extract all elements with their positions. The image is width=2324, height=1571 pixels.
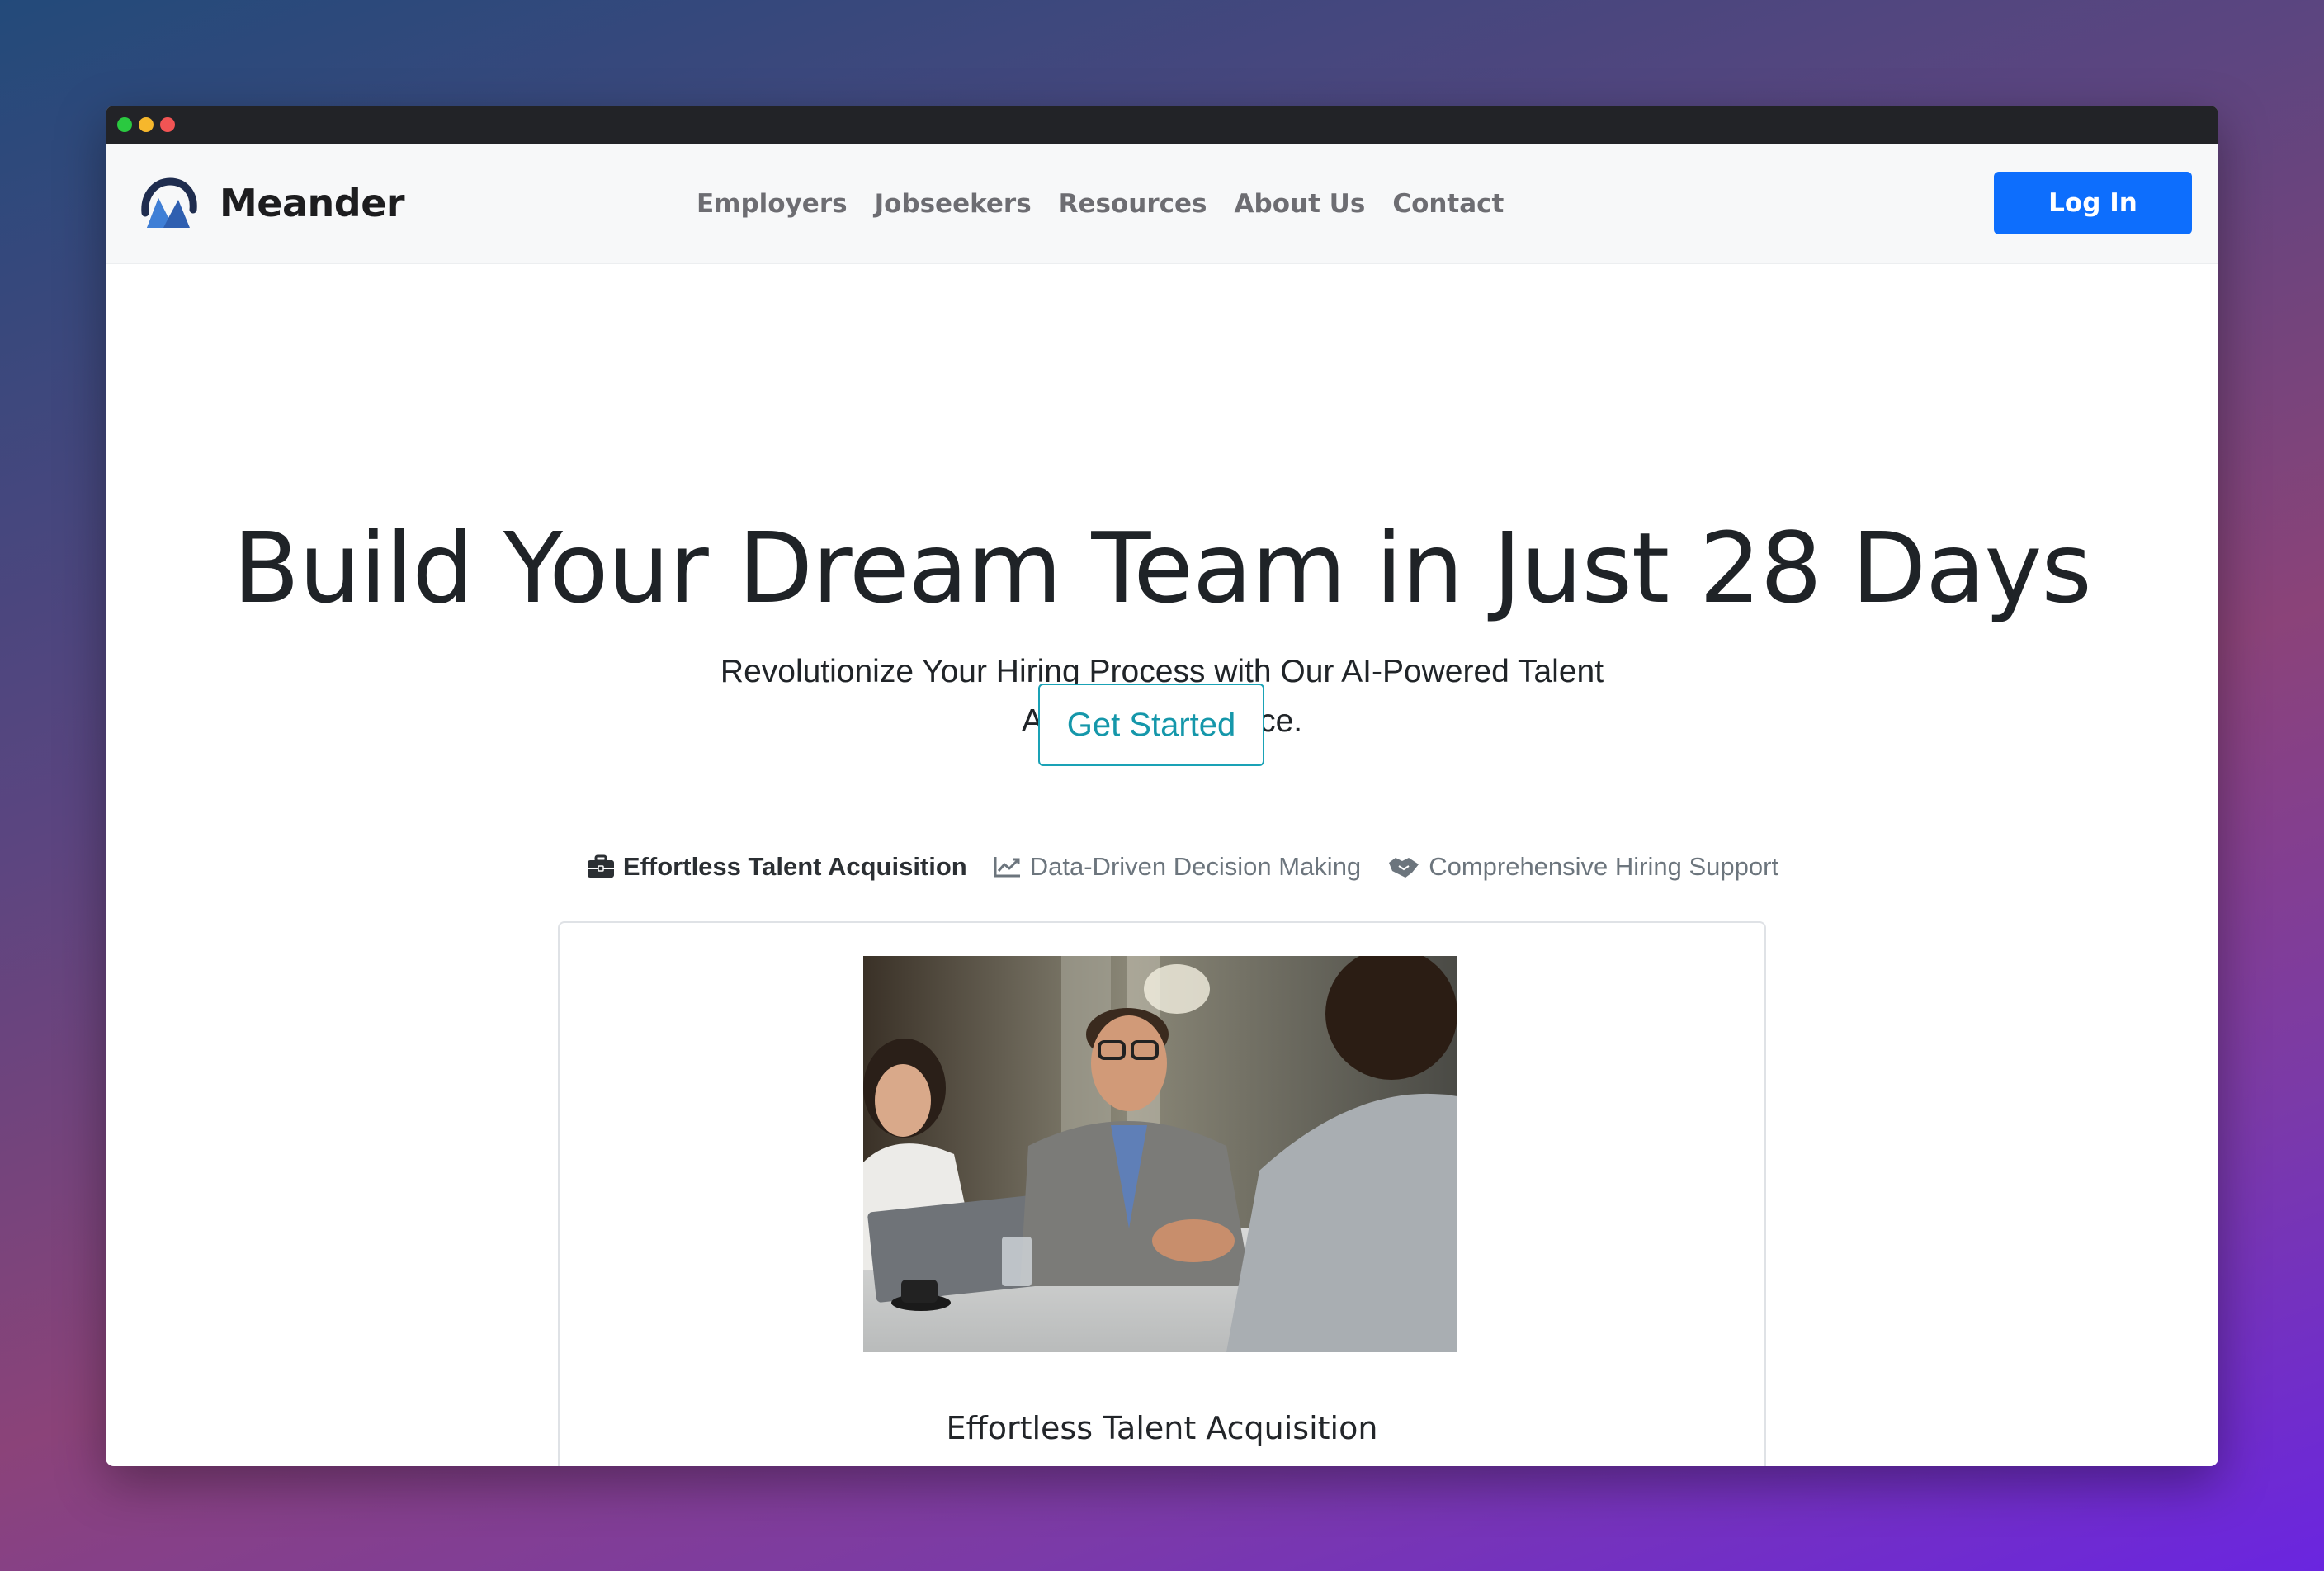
nav-link-jobseekers[interactable]: Jobseekers — [875, 183, 1032, 225]
briefcase-icon — [587, 854, 614, 878]
nav-link-employers[interactable]: Employers — [697, 183, 848, 225]
chart-line-icon — [994, 857, 1020, 878]
hero-title: Build Your Dream Team in Just 28 Days — [233, 511, 2092, 625]
tab-data-driven-decision-making[interactable]: Data-Driven Decision Making — [994, 852, 1361, 882]
handshake-icon — [1389, 858, 1419, 878]
brand-name[interactable]: Meander — [220, 177, 405, 229]
feature-tabs: Effortless Talent Acquisition Data-Drive… — [126, 842, 2218, 892]
nav-link-contact[interactable]: Contact — [1392, 183, 1504, 225]
main-nav: Employers Jobseekers Resources About Us … — [697, 183, 1504, 225]
close-button[interactable] — [160, 117, 175, 132]
maximize-button[interactable] — [117, 117, 132, 132]
feature-card-title: Effortless Talent Acquisition — [946, 1410, 1378, 1446]
login-button[interactable]: Log In — [1994, 172, 2192, 234]
meander-logo-icon[interactable] — [139, 177, 198, 231]
window-titlebar — [106, 106, 2218, 144]
tab-effortless-talent-acquisition[interactable]: Effortless Talent Acquisition — [587, 852, 967, 882]
tab-label: Data-Driven Decision Making — [1029, 852, 1362, 881]
browser-window: Meander Employers Jobseekers Resources A… — [106, 106, 2218, 1466]
minimize-button[interactable] — [139, 117, 154, 132]
tab-label: Comprehensive Hiring Support — [1429, 852, 1779, 881]
nav-link-about-us[interactable]: About Us — [1235, 183, 1366, 225]
tab-comprehensive-hiring-support[interactable]: Comprehensive Hiring Support — [1387, 852, 1778, 882]
nav-link-resources[interactable]: Resources — [1059, 183, 1207, 225]
tab-label: Effortless Talent Acquisition — [622, 852, 967, 881]
get-started-button[interactable]: Get Started — [1038, 684, 1264, 766]
site-navbar: Meander Employers Jobseekers Resources A… — [106, 144, 2218, 264]
business-handshake-photo — [863, 956, 1457, 1352]
